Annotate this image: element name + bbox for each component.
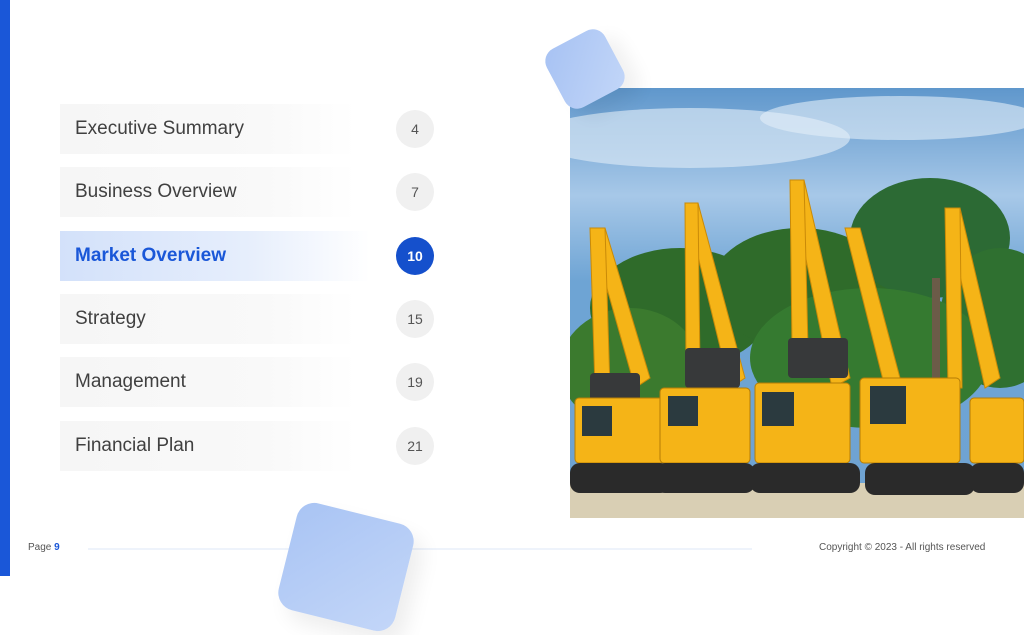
toc-row: Business Overview 7 xyxy=(60,167,440,217)
excavators-photo xyxy=(570,88,1024,518)
toc-item-strategy[interactable]: Strategy xyxy=(60,294,356,344)
toc-item-label: Market Overview xyxy=(75,245,227,266)
toc-item-label: Business Overview xyxy=(75,181,237,202)
page-badge: 15 xyxy=(396,300,434,338)
toc-row: Market Overview 10 xyxy=(60,231,440,281)
toc-item-label: Executive Summary xyxy=(75,118,244,139)
toc-item-market-overview[interactable]: Market Overview xyxy=(60,231,370,281)
toc-item-label: Management xyxy=(75,371,186,392)
toc-row: Financial Plan 21 xyxy=(60,421,440,471)
toc-item-label: Strategy xyxy=(75,308,146,329)
toc-item-financial-plan[interactable]: Financial Plan xyxy=(60,421,356,471)
page-badge: 7 xyxy=(396,173,434,211)
toc-item-executive-summary[interactable]: Executive Summary xyxy=(60,104,356,154)
page-indicator: Page 9 xyxy=(28,542,60,553)
decorative-square-bottom xyxy=(274,499,418,635)
page-badge: 21 xyxy=(396,427,434,465)
toc-row: Strategy 15 xyxy=(60,294,440,344)
copyright-text: Copyright © 2023 - All rights reserved xyxy=(819,542,986,553)
accent-bar xyxy=(0,0,10,576)
photo-illustration xyxy=(570,88,1024,518)
page-label: Page xyxy=(28,542,52,553)
toc-row: Executive Summary 4 xyxy=(60,104,440,154)
toc-item-management[interactable]: Management xyxy=(60,357,356,407)
footer-divider xyxy=(88,548,752,550)
page-badge: 19 xyxy=(396,363,434,401)
toc-row: Management 19 xyxy=(60,357,440,407)
page-badge: 4 xyxy=(396,110,434,148)
page-number: 9 xyxy=(54,542,60,553)
toc-item-business-overview[interactable]: Business Overview xyxy=(60,167,356,217)
page-badge-active: 10 xyxy=(396,237,434,275)
toc-item-label: Financial Plan xyxy=(75,435,195,456)
